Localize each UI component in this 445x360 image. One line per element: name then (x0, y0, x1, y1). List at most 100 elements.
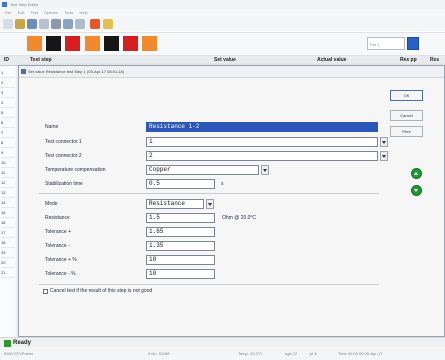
step-editor-dialog: Set value Resistance test Step 1 (05-Apr… (18, 65, 445, 337)
menu-help[interactable]: Help (79, 10, 87, 15)
ribbon: Par 1 (0, 32, 445, 56)
temperature-compensation-field[interactable]: Copper (146, 165, 259, 175)
row-id-cell[interactable]: 1 (1, 68, 15, 78)
mode-label: Mode (45, 201, 58, 207)
menu-test[interactable]: Test (31, 10, 38, 15)
row-id-cell[interactable]: 12 (1, 178, 15, 188)
tolerance-plus-percent-label: Tolerance + % (45, 257, 77, 263)
status-item-ngb: ngb 12 (285, 351, 298, 356)
toolbar (0, 17, 445, 31)
tool-icon-3[interactable] (75, 19, 85, 29)
app-icon (2, 2, 7, 7)
row-id-cell[interactable]: 4 (1, 98, 15, 108)
row-id-cell[interactable]: 14 (1, 198, 15, 208)
row-id-cell[interactable]: 13 (1, 188, 15, 198)
tolerance-minus-percent-label: Tolerance - % (45, 271, 76, 277)
ribbon-button-orange-3[interactable] (142, 36, 157, 51)
test-connector-2-label: Test connector 2 (45, 153, 82, 159)
row-id-cell[interactable]: 11 (1, 168, 15, 178)
col-test-step[interactable]: Test step (30, 56, 52, 65)
tolerance-minus-percent-field[interactable]: 10 (146, 269, 215, 279)
row-id-column: 1 2 3 4 5 6 7 8 9 10 11 12 13 14 15 16 17 18 19 20 21 (0, 66, 17, 338)
stabilization-time-unit: s (221, 181, 224, 187)
tolerance-plus-field[interactable]: 1.65 (146, 227, 215, 237)
tolerance-plus-label: Tolerance + (45, 229, 71, 235)
dialog-titlebar[interactable]: Set value Resistance test Step 1 (05-Apr… (19, 66, 444, 78)
row-id-cell[interactable]: 6 (1, 118, 15, 128)
save-icon[interactable] (27, 19, 37, 29)
status-item-pt: pt 5 (310, 351, 317, 356)
row-id-cell[interactable]: 15 (1, 208, 15, 218)
row-id-cell[interactable]: 20 (1, 258, 15, 268)
divider (39, 284, 379, 285)
col-res[interactable]: Res (430, 56, 439, 65)
test-connector-1-field[interactable]: 1 (146, 137, 378, 147)
test-connector-2-field[interactable]: 2 (146, 151, 378, 161)
tool-icon[interactable] (51, 19, 61, 29)
row-id-cell[interactable]: 18 (1, 238, 15, 248)
tolerance-plus-percent-field[interactable]: 10 (146, 255, 215, 265)
col-set-value[interactable]: Set value (214, 56, 236, 65)
ribbon-button-red-2[interactable] (123, 36, 138, 51)
row-id-cell[interactable]: 21 (1, 268, 15, 278)
open-icon[interactable] (15, 19, 25, 29)
cancel-button[interactable]: Cancel (390, 110, 423, 121)
menu-tools[interactable]: Tools (64, 10, 73, 15)
move-down-icon[interactable] (411, 185, 422, 196)
row-id-cell[interactable]: 19 (1, 248, 15, 258)
resistance-unit: Ohm @ 20.0°C (222, 215, 257, 221)
divider (39, 193, 379, 194)
window-titlebar: Test Step Editor (0, 0, 445, 9)
row-id-cell[interactable]: 3 (1, 88, 15, 98)
menu-edit[interactable]: Edit (18, 10, 25, 15)
row-id-cell[interactable]: 16 (1, 218, 15, 228)
name-field[interactable]: Resistance 1-2 (146, 122, 378, 132)
ready-icon (4, 340, 11, 347)
menu-file[interactable]: File (5, 10, 11, 15)
ribbon-button-red-1[interactable] (65, 36, 80, 51)
row-id-cell[interactable]: 9 (1, 148, 15, 158)
lock-icon[interactable] (103, 19, 113, 29)
row-id-cell[interactable]: 2 (1, 78, 15, 88)
tool-icon-2[interactable] (63, 19, 73, 29)
mode-field[interactable]: Resistance (146, 199, 204, 209)
move-up-icon[interactable] (411, 168, 422, 179)
ribbon-button-orange-1[interactable] (27, 36, 42, 51)
test-connector-1-label: Test connector 1 (45, 139, 82, 145)
mode-dropdown[interactable] (206, 199, 214, 209)
ribbon-button-black-2[interactable] (104, 36, 119, 51)
row-id-cell[interactable]: 17 (1, 228, 15, 238)
parameter-combo[interactable]: Par 1 (367, 37, 405, 50)
col-id[interactable]: ID (4, 56, 9, 65)
window-title: Test Step Editor (10, 2, 39, 7)
temperature-compensation-label: Temperature compensation (45, 167, 106, 173)
test-connector-2-dropdown[interactable] (380, 151, 388, 161)
name-label: Name (45, 124, 59, 130)
test-connector-1-dropdown[interactable] (380, 137, 388, 147)
stop-icon[interactable] (90, 19, 100, 29)
ok-button[interactable]: OK (390, 90, 423, 101)
status-item-device: 0000 STVPower (4, 351, 34, 356)
print-button[interactable]: Print (390, 126, 423, 137)
col-actual-value[interactable]: Actual value (317, 56, 346, 65)
status-bar: 0000 STVPower 0 No. 01188 Temp. 20.0°C n… (0, 347, 445, 360)
undo-icon[interactable] (39, 19, 49, 29)
ribbon-button-orange-2[interactable] (85, 36, 100, 51)
tolerance-minus-field[interactable]: 1.35 (146, 241, 215, 251)
row-id-cell[interactable]: 10 (1, 158, 15, 168)
temperature-compensation-dropdown[interactable] (261, 165, 269, 175)
dialog-icon (21, 69, 26, 74)
row-id-cell[interactable]: 5 (1, 108, 15, 118)
col-res-pp[interactable]: Res pp (400, 56, 417, 65)
run-button[interactable] (407, 37, 419, 50)
menu-options[interactable]: Options (44, 10, 58, 15)
new-icon[interactable] (3, 19, 13, 29)
resistance-field[interactable]: 1.5 (146, 213, 215, 223)
menu-bar: File Edit Test Options Tools Help (0, 9, 445, 17)
cancel-test-checkbox[interactable] (43, 289, 48, 294)
row-id-cell[interactable]: 8 (1, 138, 15, 148)
stabilization-time-field[interactable]: 0.5 (146, 179, 215, 189)
tolerance-minus-label: Tolerance - (45, 243, 70, 249)
row-id-cell[interactable]: 7 (1, 128, 15, 138)
ribbon-button-black-1[interactable] (46, 36, 61, 51)
